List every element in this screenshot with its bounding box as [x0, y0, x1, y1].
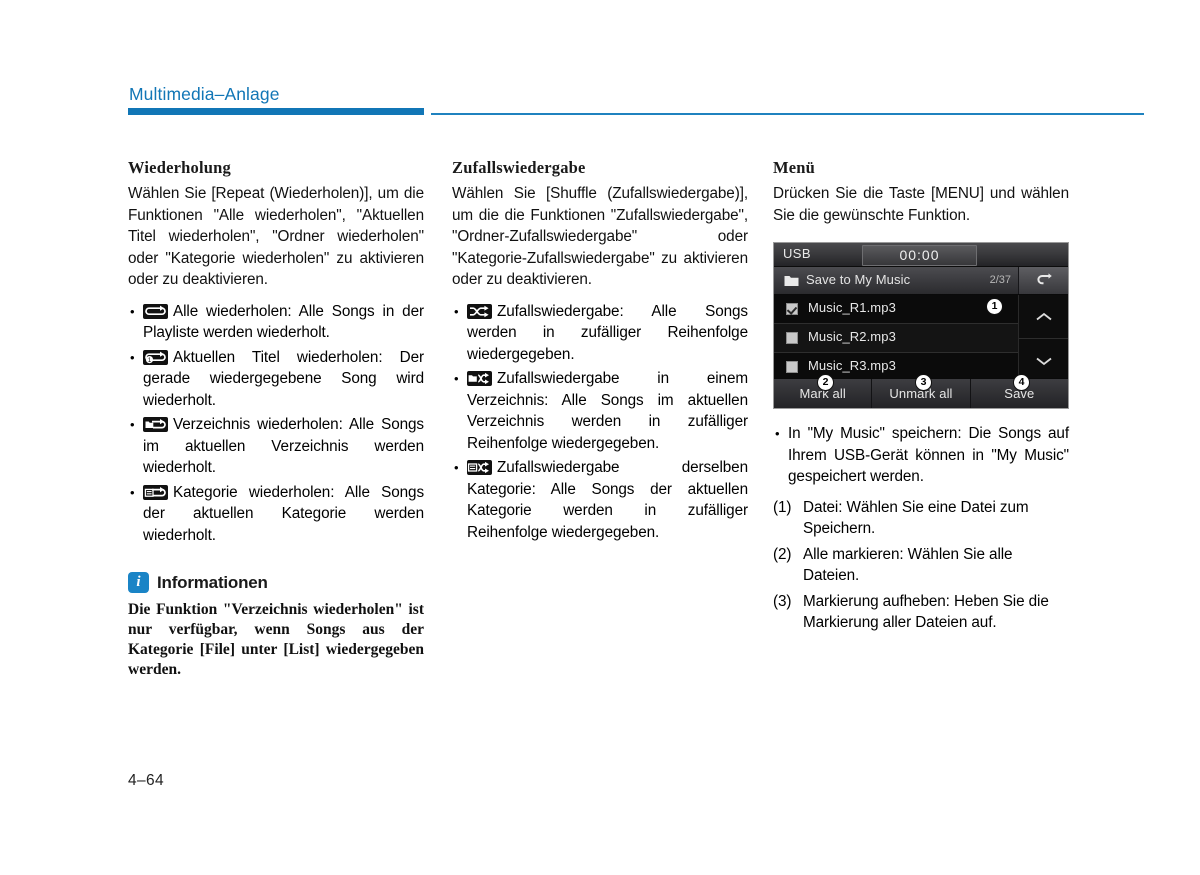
list-item-number: (1)	[773, 498, 792, 516]
list-item-number: (3)	[773, 592, 792, 610]
list-item: (2) Alle markieren: Wählen Sie alle Date…	[773, 544, 1069, 587]
shuffle-all-icon	[467, 303, 492, 319]
row-checkbox[interactable]	[786, 361, 798, 373]
shuffle-intro-text: Wählen Sie [Shuffle (Zufallswiedergabe)]…	[452, 185, 748, 288]
menu-numbered-list: (1) Datei: Wählen Sie eine Datei zum Spe…	[773, 497, 1069, 634]
repeat-one-icon: 1	[143, 349, 168, 365]
page-number: 4–64	[128, 772, 165, 789]
row-checkbox[interactable]	[786, 303, 798, 315]
list-item-label: Zufallswiedergabe in einem Verzeichnis: …	[467, 370, 748, 452]
column-repeat: Wiederholung Wählen Sie [Repeat (Wiederh…	[128, 158, 424, 680]
device-nav-bar: Save to My Music 2/37	[774, 267, 1068, 295]
list-item: Alle wiederholen: Alle Songs in der Play…	[128, 301, 424, 344]
row-label: Music_R1.mp3	[808, 300, 896, 315]
list-item-label: Alle markieren: Wählen Sie alle Dateien.	[803, 545, 1013, 585]
information-heading: i Informationen	[128, 572, 424, 593]
list-item-label: Datei: Wählen Sie eine Datei zum Speiche…	[803, 498, 1029, 538]
back-arrow-icon[interactable]	[1018, 267, 1068, 294]
list-item-label: Verzeichnis wiederholen: Alle Songs im a…	[143, 416, 424, 476]
repeat-feature-list: Alle wiederholen: Alle Songs in der Play…	[128, 301, 424, 547]
list-item-number: (2)	[773, 545, 792, 563]
list-item: Zufallswiedergabe: Alle Songs werden in …	[452, 301, 748, 366]
callout-marker-1: 1	[986, 298, 1003, 315]
table-row[interactable]: Music_R1.mp3	[774, 295, 1020, 324]
list-item-label: Markierung aufheben: Heben Sie die Marki…	[803, 592, 1049, 632]
device-clock-box: 00:00	[862, 245, 977, 266]
device-screenshot: USB 00:00 Save to My Music 2/37 Music_R1…	[773, 242, 1069, 409]
callout-marker-4: 4	[1013, 374, 1030, 391]
menu-bullet-list: In "My Music" speichern: Die Songs auf I…	[773, 423, 1069, 488]
list-item: Verzeichnis wiederholen: Alle Songs im a…	[128, 414, 424, 479]
info-icon: i	[128, 572, 149, 593]
section-title-menu: Menü	[773, 158, 816, 177]
shuffle-feature-list: Zufallswiedergabe: Alle Songs werden in …	[452, 301, 748, 544]
shuffle-category-icon	[467, 460, 492, 475]
list-item: Zufallswiedergabe derselben Kategorie: A…	[452, 457, 748, 543]
page-header: Multimedia–Anlage	[128, 84, 1144, 118]
list-item: (1) Datei: Wählen Sie eine Datei zum Spe…	[773, 497, 1069, 540]
information-block: i Informationen Die Funktion "Verzeichni…	[128, 572, 424, 680]
row-label: Music_R2.mp3	[808, 329, 896, 344]
device-page-count: 2/37	[989, 274, 1011, 286]
device-scroll-controls	[1018, 295, 1068, 382]
callout-marker-3: 3	[915, 374, 932, 391]
list-item: Kategorie wiederholen: Alle Songs der ak…	[128, 482, 424, 547]
repeat-intro-text: Wählen Sie [Repeat (Wiederholen)], um di…	[128, 185, 424, 288]
column-shuffle: Zufallswiedergabe Wählen Sie [Shuffle (Z…	[452, 158, 748, 546]
menu-intro-text: Drücken Sie die Taste [MENU] und wählen …	[773, 185, 1069, 224]
section-title-shuffle: Zufallswiedergabe	[452, 158, 586, 177]
list-item-label: Aktuellen Titel wiederholen: Der gerade …	[143, 348, 424, 409]
row-label: Music_R3.mp3	[808, 358, 896, 373]
list-item-label: In "My Music" speichern: Die Songs auf I…	[788, 425, 1069, 485]
list-item-label: Zufallswiedergabe derselben Kategorie: A…	[467, 459, 748, 541]
list-item-label: Kategorie wiederholen: Alle Songs der ak…	[143, 483, 424, 544]
repeat-folder-icon	[143, 417, 168, 432]
callout-marker-2: 2	[817, 374, 834, 391]
page-title: Multimedia–Anlage	[129, 84, 280, 104]
header-rules	[128, 108, 1144, 118]
list-item: 1 Aktuellen Titel wiederholen: Der gerad…	[128, 347, 424, 412]
folder-icon	[784, 274, 799, 286]
section-title-repeat: Wiederholung	[128, 158, 231, 177]
information-title: Informationen	[157, 572, 268, 592]
list-item: In "My Music" speichern: Die Songs auf I…	[773, 423, 1069, 488]
device-source-label: USB	[783, 246, 811, 261]
device-nav-title: Save to My Music	[806, 272, 911, 287]
list-item-label: Alle wiederholen: Alle Songs in der Play…	[143, 302, 424, 342]
device-title-bar: USB 00:00	[774, 243, 1068, 267]
device-clock: 00:00	[899, 247, 940, 263]
chevron-up-icon[interactable]	[1019, 295, 1068, 338]
column-menu: Menü Drücken Sie die Taste [MENU] und wä…	[773, 158, 1069, 638]
header-rule-thin	[431, 113, 1144, 115]
shuffle-folder-icon	[467, 371, 492, 386]
manual-page: Multimedia–Anlage Wiederholung Wählen Si…	[0, 0, 1200, 875]
list-item: Zufallswiedergabe in einem Verzeichnis: …	[452, 368, 748, 454]
table-row[interactable]: Music_R2.mp3	[774, 324, 1020, 353]
header-rule-thick	[128, 108, 424, 115]
list-item-label: Zufallswiedergabe: Alle Songs werden in …	[467, 302, 748, 363]
device-file-list: Music_R1.mp3 Music_R2.mp3 Music_R3.mp3	[774, 295, 1020, 382]
list-item: (3) Markierung aufheben: Heben Sie die M…	[773, 591, 1069, 634]
repeat-all-icon	[143, 303, 168, 319]
information-text: Die Funktion "Verzeichnis wiederholen" i…	[128, 601, 424, 678]
device-body: Music_R1.mp3 Music_R2.mp3 Music_R3.mp3	[774, 295, 1068, 382]
repeat-category-icon	[143, 484, 168, 500]
row-checkbox[interactable]	[786, 332, 798, 344]
